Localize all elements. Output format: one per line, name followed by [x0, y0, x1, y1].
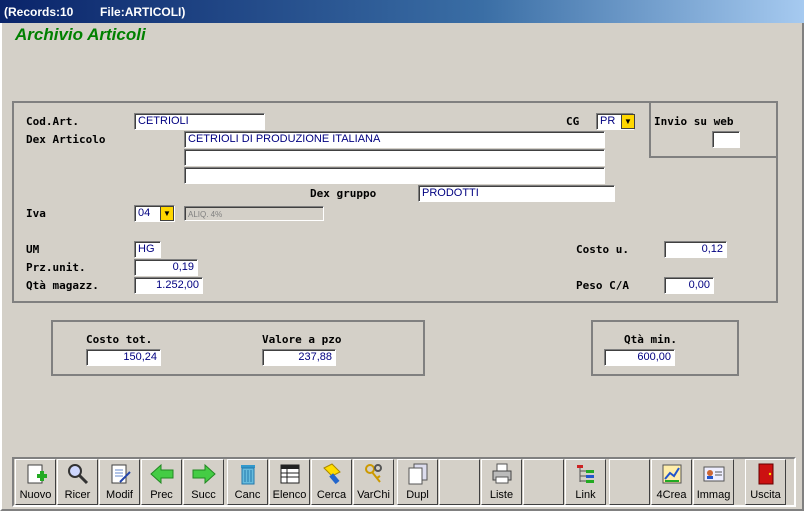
succ-label: Succ: [191, 489, 216, 501]
dupl-label: Dupl: [406, 489, 429, 501]
arrow-right-icon: [190, 461, 218, 487]
invio-web-label: Invio su web: [654, 115, 734, 128]
id-card-icon: [700, 461, 728, 487]
modif-label: Modif: [106, 489, 133, 501]
canc-label: Canc: [234, 489, 261, 501]
ricer-button[interactable]: Ricer: [57, 459, 98, 505]
cod-art-field[interactable]: CETRIOLI: [134, 113, 265, 130]
qta-min-field[interactable]: 600,00: [604, 349, 675, 366]
window-titlebar: (Records:10 File:ARTICOLI): [0, 0, 804, 23]
totals-groupbox: [51, 320, 425, 376]
crea-label: 4Crea: [656, 489, 687, 501]
arrow-left-icon: [148, 461, 176, 487]
iva-dropdown-button[interactable]: ▼: [160, 206, 174, 221]
costo-u-label: Costo u.: [576, 243, 629, 256]
search-binoculars-icon: [64, 461, 92, 487]
link-tree-icon: [572, 461, 600, 487]
elenco-label: Elenco: [272, 489, 307, 501]
liste-button[interactable]: Liste: [481, 459, 522, 505]
duplicate-icon: [404, 461, 432, 487]
cod-art-label: Cod.Art.: [26, 115, 79, 128]
costo-tot-label: Costo tot.: [86, 333, 153, 346]
uscita-button[interactable]: Uscita: [745, 459, 786, 505]
liste-label: Liste: [489, 489, 514, 501]
qta-min-groupbox: [591, 320, 739, 376]
dupl-button[interactable]: Dupl: [397, 459, 438, 505]
invio-web-field[interactable]: [712, 131, 740, 148]
canc-button[interactable]: Canc: [227, 459, 268, 505]
flashlight-icon: [318, 461, 346, 487]
table-list-icon: [276, 461, 304, 487]
web-groupbox: [649, 101, 778, 158]
prec-label: Prec: [150, 489, 173, 501]
empty-button-2[interactable]: [523, 459, 564, 505]
elenco-button[interactable]: Elenco: [269, 459, 310, 505]
printer-icon: [488, 461, 516, 487]
valore-pzo-field[interactable]: 237,88: [262, 349, 336, 366]
link-button[interactable]: Link: [565, 459, 606, 505]
trash-icon: [234, 461, 262, 487]
window-title: (Records:10 File:ARTICOLI): [4, 4, 186, 19]
immag-button[interactable]: Immag: [693, 459, 734, 505]
keys-icon: [360, 461, 388, 487]
nuovo-button[interactable]: Nuovo: [15, 459, 56, 505]
iva-label: Iva: [26, 207, 46, 220]
prz-unit-field[interactable]: 0,19: [134, 259, 198, 276]
ricer-label: Ricer: [64, 489, 91, 501]
cerca-button[interactable]: Cerca: [311, 459, 352, 505]
qta-magazz-field[interactable]: 1.252,00: [134, 277, 203, 294]
immag-label: Immag: [696, 489, 731, 501]
um-field[interactable]: HG: [134, 241, 161, 258]
chart-create-icon: [658, 461, 686, 487]
cg-label: CG: [566, 115, 580, 128]
valore-pzo-label: Valore a pzo: [262, 333, 342, 346]
dex-gruppo-label: Dex gruppo: [310, 187, 377, 200]
empty-button-3[interactable]: [609, 459, 650, 505]
modif-button[interactable]: Modif: [99, 459, 140, 505]
link-label: Link: [575, 489, 596, 501]
edit-document-icon: [106, 461, 134, 487]
costo-tot-field[interactable]: 150,24: [86, 349, 161, 366]
dex-articolo-line1[interactable]: CETRIOLI DI PRODUZIONE ITALIANA: [184, 131, 605, 148]
dex-articolo-line3[interactable]: [184, 167, 605, 184]
prz-unit-label: Prz.unit.: [26, 261, 86, 274]
dex-articolo-label: Dex Articolo: [26, 133, 106, 146]
page-title: Archivio Articoli: [15, 25, 146, 44]
uscita-label: Uscita: [750, 489, 781, 501]
empty-button-1[interactable]: [439, 459, 480, 505]
cg-dropdown-button[interactable]: ▼: [621, 114, 635, 129]
prec-button[interactable]: Prec: [141, 459, 182, 505]
varchi-label: VarChi: [357, 489, 390, 501]
crea-button[interactable]: 4Crea: [651, 459, 692, 505]
dex-articolo-line2[interactable]: [184, 149, 605, 166]
iva-description: ALIQ. 4%: [184, 206, 324, 221]
um-label: UM: [26, 243, 40, 256]
peso-label: Peso C/A: [576, 279, 629, 292]
qta-min-label: Qtà min.: [624, 333, 677, 346]
dex-gruppo-field[interactable]: PRODOTTI: [418, 185, 615, 202]
nuovo-label: Nuovo: [19, 489, 52, 501]
exit-door-icon: [752, 461, 780, 487]
cerca-label: Cerca: [316, 489, 347, 501]
peso-field[interactable]: 0,00: [664, 277, 714, 294]
new-document-icon: [22, 461, 50, 487]
succ-button[interactable]: Succ: [183, 459, 224, 505]
qta-magazz-label: Qtà magazz.: [26, 279, 99, 292]
varchi-button[interactable]: VarChi: [353, 459, 394, 505]
costo-u-field[interactable]: 0,12: [664, 241, 727, 258]
